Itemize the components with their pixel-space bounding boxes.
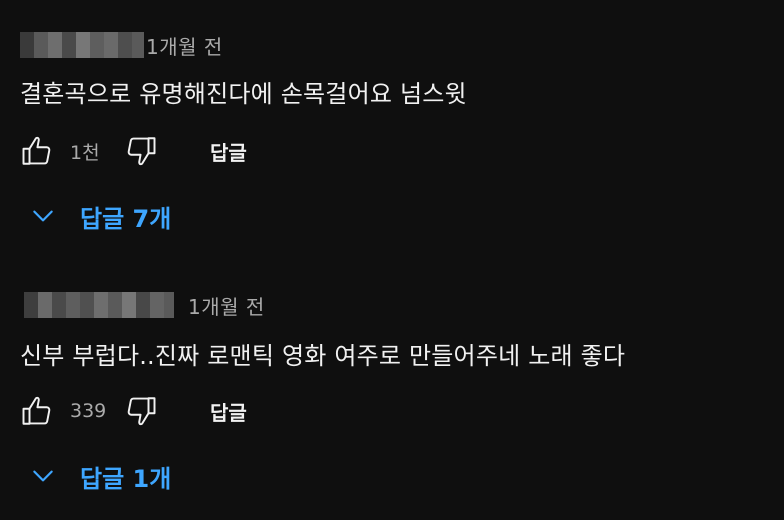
chevron-down-icon xyxy=(33,470,53,482)
comment-text: 결혼곡으로 유명해진다에 손목걸어요 넘스윗 xyxy=(20,80,467,108)
reply-button[interactable]: 답글 xyxy=(210,397,247,426)
comment-text: 신부 부럽다..진짜 로맨틱 영화 여주로 만들어주네 노래 좋다 xyxy=(20,342,626,370)
chevron-down-icon xyxy=(33,210,53,222)
dislike-button[interactable] xyxy=(122,131,160,171)
replies-count-label: 답글 7개 xyxy=(80,204,172,233)
comment-timestamp[interactable]: 1개월 전 xyxy=(188,291,265,320)
comment-header: 1개월 전 xyxy=(20,30,223,60)
comment-actions: 1천 답글 xyxy=(18,131,247,171)
comment-actions: 339 답글 xyxy=(18,391,247,431)
dislike-button[interactable] xyxy=(122,391,160,431)
like-button[interactable] xyxy=(18,131,56,171)
comment-header: 1개월 전 xyxy=(24,290,265,320)
like-count: 1천 xyxy=(70,141,100,164)
comment-thread: 1개월 전 신부 부럽다..진짜 로맨틱 영화 여주로 만들어주네 노래 좋다 … xyxy=(0,260,784,520)
comment-timestamp[interactable]: 1개월 전 xyxy=(146,31,223,60)
reply-button[interactable]: 답글 xyxy=(210,137,247,166)
comment-thread: 1개월 전 결혼곡으로 유명해진다에 손목걸어요 넘스윗 1천 답글 답글 7개 xyxy=(0,0,784,255)
like-button[interactable] xyxy=(18,391,56,431)
replies-count-label: 답글 1개 xyxy=(80,464,172,493)
thumbs-up-icon xyxy=(22,136,51,165)
view-replies-button[interactable]: 답글 7개 xyxy=(30,198,171,234)
redacted-author-name xyxy=(24,292,174,318)
view-replies-button[interactable]: 답글 1개 xyxy=(30,458,171,494)
thumbs-down-icon xyxy=(127,137,156,166)
thumbs-down-icon xyxy=(127,397,156,426)
redacted-author-name xyxy=(20,32,144,58)
like-count: 339 xyxy=(70,400,107,422)
thumbs-up-icon xyxy=(22,396,51,425)
